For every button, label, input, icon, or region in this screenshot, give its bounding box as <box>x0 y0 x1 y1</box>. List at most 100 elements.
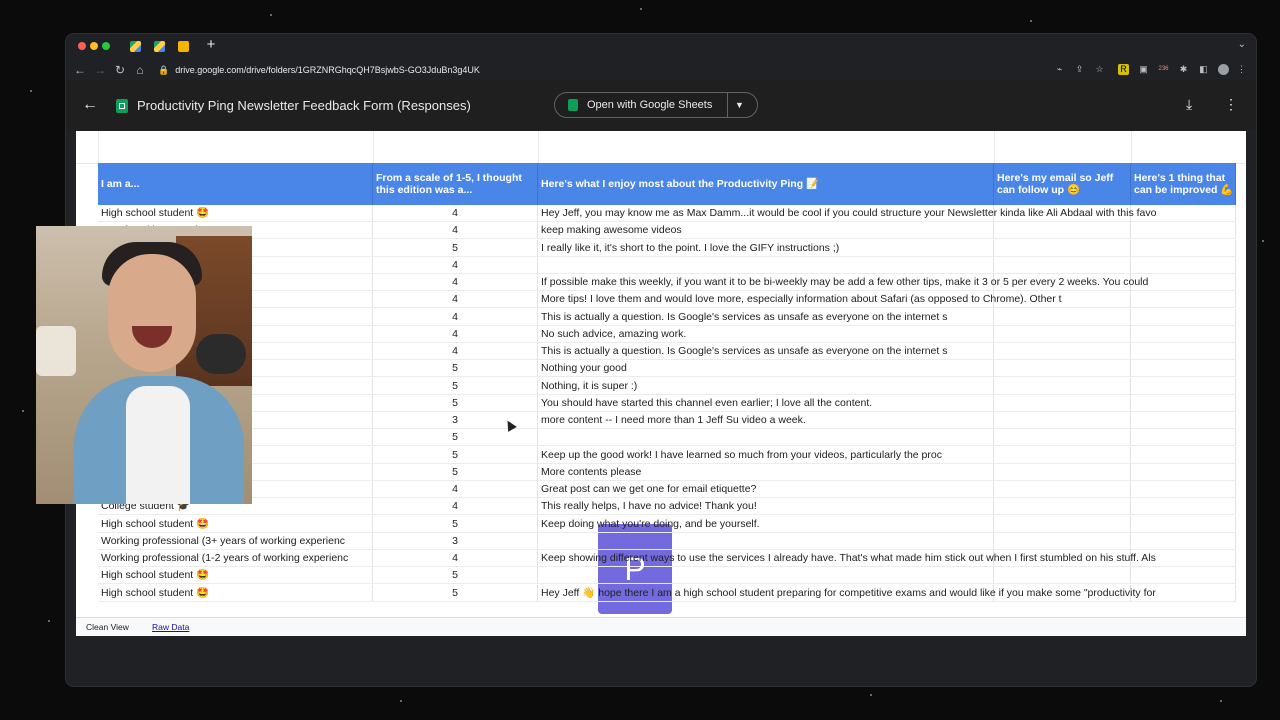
extension-icon[interactable]: ▣ <box>1138 64 1149 75</box>
sheet-tab-clean-view[interactable]: Clean View <box>86 621 129 633</box>
address-bar[interactable]: 🔒 drive.google.com/drive/folders/1GRZNRGh… <box>158 63 1158 77</box>
cell-improve[interactable] <box>1131 256 1236 274</box>
cell-role[interactable]: High school student 🤩 <box>98 515 373 533</box>
cell-score[interactable]: 4 <box>373 274 538 292</box>
cell-enjoy[interactable]: Nothing, it is super :) <box>538 377 994 395</box>
cell-enjoy[interactable] <box>538 256 994 274</box>
cell-score[interactable]: 4 <box>373 308 538 326</box>
cell-improve[interactable] <box>1131 222 1236 240</box>
cell-enjoy[interactable]: keep making awesome videos <box>538 222 994 240</box>
cell-improve[interactable] <box>1131 308 1236 326</box>
new-tab-button[interactable]: + <box>204 37 218 53</box>
cell-score[interactable]: 5 <box>373 515 538 533</box>
cell-email[interactable] <box>994 308 1131 326</box>
table-row[interactable]: 4 More tips! I love them and would love m… <box>98 291 1236 309</box>
cell-score[interactable]: 5 <box>373 463 538 481</box>
cell-email[interactable] <box>994 429 1131 447</box>
cell-email[interactable] <box>994 463 1131 481</box>
cell-improve[interactable] <box>1131 481 1236 499</box>
tab-google-drive[interactable] <box>130 41 141 52</box>
table-row[interactable]: 5 Nothing your good <box>98 360 1236 378</box>
back-icon[interactable]: ← <box>72 62 88 78</box>
cell-enjoy[interactable]: More tips! I love them and would love mo… <box>538 291 1062 309</box>
cell-email[interactable] <box>994 360 1131 378</box>
table-row[interactable]: ars of working experienc5Nothing, it is … <box>98 377 1236 395</box>
cell-enjoy[interactable]: This is actually a question. Is Google's… <box>538 343 994 361</box>
cell-score[interactable]: 4 <box>373 222 538 240</box>
cell-improve[interactable] <box>1131 446 1236 464</box>
cell-enjoy[interactable]: This really helps, I have no advice! Tha… <box>538 498 994 516</box>
cell-improve[interactable] <box>1131 567 1236 585</box>
cell-enjoy[interactable]: Hey Jeff 👋 hope there I am a high school… <box>538 584 1156 602</box>
table-row[interactable]: High school student 🤩 5 <box>98 567 1236 585</box>
table-row[interactable]: 4 No such advice, amazing work. <box>98 325 1236 343</box>
cell-improve[interactable] <box>1131 429 1236 447</box>
cell-enjoy[interactable]: Keep up the good work! I have learned so… <box>538 446 994 464</box>
cell-enjoy[interactable]: More contents please <box>538 463 994 481</box>
cell-improve[interactable] <box>1131 377 1236 395</box>
cell-score[interactable]: 5 <box>373 567 538 585</box>
cell-score[interactable]: 5 <box>373 446 538 464</box>
cell-enjoy[interactable]: Hey Jeff, you may know me as Max Damm...… <box>538 205 1157 223</box>
cell-improve[interactable] <box>1131 463 1236 481</box>
back-arrow-icon[interactable]: ← <box>82 96 98 114</box>
open-with-button[interactable]: Open with Google Sheets ▼ <box>554 92 758 118</box>
table-row[interactable]: ars of working experienc5I really like i… <box>98 239 1236 257</box>
download-icon[interactable]: ⤓ <box>1186 95 1192 113</box>
cell-score[interactable]: 4 <box>373 205 538 223</box>
table-row[interactable]: ars of working experienc4If possible mak… <box>98 274 1236 292</box>
cell-role[interactable]: Working professional (3+ years of workin… <box>98 532 373 550</box>
close-window-button[interactable] <box>78 42 86 50</box>
cell-score[interactable]: 4 <box>373 343 538 361</box>
cell-score[interactable]: 4 <box>373 481 538 499</box>
cell-enjoy[interactable]: No such advice, amazing work. <box>538 325 994 343</box>
cell-enjoy[interactable]: I really like it, it's short to the poin… <box>538 239 994 257</box>
cell-email[interactable] <box>994 239 1131 257</box>
cell-role[interactable]: High school student 🤩 <box>98 567 373 585</box>
cell-improve[interactable] <box>1131 412 1236 430</box>
table-row[interactable]: ars of working experienc4 <box>98 256 1236 274</box>
bookmark-star-icon[interactable]: ☆ <box>1094 64 1105 75</box>
cell-role[interactable]: Working professional (1-2 years of worki… <box>98 550 373 568</box>
table-row[interactable]: 5 Keep up the good work! I have learned s… <box>98 446 1236 464</box>
table-row[interactable]: ars of working experienc4keep making awe… <box>98 222 1236 240</box>
cell-improve[interactable] <box>1131 325 1236 343</box>
tab-google-drive-2[interactable] <box>154 41 165 52</box>
cast-icon[interactable]: ⌁ <box>1054 64 1065 75</box>
puzzle-icon[interactable]: ✱ <box>1178 64 1189 75</box>
cell-enjoy[interactable] <box>538 532 994 550</box>
cell-email[interactable] <box>994 394 1131 412</box>
cell-email[interactable] <box>994 498 1131 516</box>
cell-email[interactable] <box>994 412 1131 430</box>
cell-enjoy[interactable]: Great post can we get one for email etiq… <box>538 481 994 499</box>
cell-score[interactable]: 4 <box>373 325 538 343</box>
cell-improve[interactable] <box>1131 343 1236 361</box>
table-row[interactable]: Working professional (1-2 years of worki… <box>98 550 1236 568</box>
cell-improve[interactable] <box>1131 239 1236 257</box>
tab-google-slides[interactable] <box>178 41 189 52</box>
more-vert-icon[interactable]: ⋮ <box>1224 95 1238 113</box>
table-row[interactable]: ars of working experienc3more content --… <box>98 412 1236 430</box>
table-row[interactable]: College student 🎓 4 This really helps, I h… <box>98 498 1236 516</box>
forward-icon[interactable]: → <box>92 62 108 78</box>
column-header[interactable]: Here's 1 thing that can be improved 💪 <box>1131 163 1236 205</box>
column-header[interactable]: Here's what I enjoy most about the Produ… <box>538 163 994 205</box>
table-row[interactable]: 4 This is actually a question. Is Google'… <box>98 343 1236 361</box>
more-vert-icon[interactable]: ⋮ <box>1236 64 1247 75</box>
table-row[interactable]: High school student 🤩 5 Keep doing what yo… <box>98 515 1236 533</box>
cell-email[interactable] <box>994 532 1131 550</box>
cell-email[interactable] <box>994 256 1131 274</box>
dropdown-caret-icon[interactable]: ▼ <box>735 98 744 112</box>
cell-score[interactable]: 5 <box>373 360 538 378</box>
avatar[interactable] <box>1218 64 1229 75</box>
table-row[interactable]: ars of working experienc5You should have… <box>98 394 1236 412</box>
table-row[interactable]: Working professional (3+ years of workin… <box>98 532 1236 550</box>
cell-score[interactable]: 3 <box>373 532 538 550</box>
cell-enjoy[interactable] <box>538 429 994 447</box>
cell-role[interactable]: High school student 🤩 <box>98 205 373 223</box>
cell-email[interactable] <box>994 377 1131 395</box>
cell-score[interactable]: 4 <box>373 291 538 309</box>
cell-email[interactable] <box>994 222 1131 240</box>
extension-badge-icon[interactable]: 236 <box>1158 64 1169 75</box>
cell-email[interactable] <box>994 481 1131 499</box>
